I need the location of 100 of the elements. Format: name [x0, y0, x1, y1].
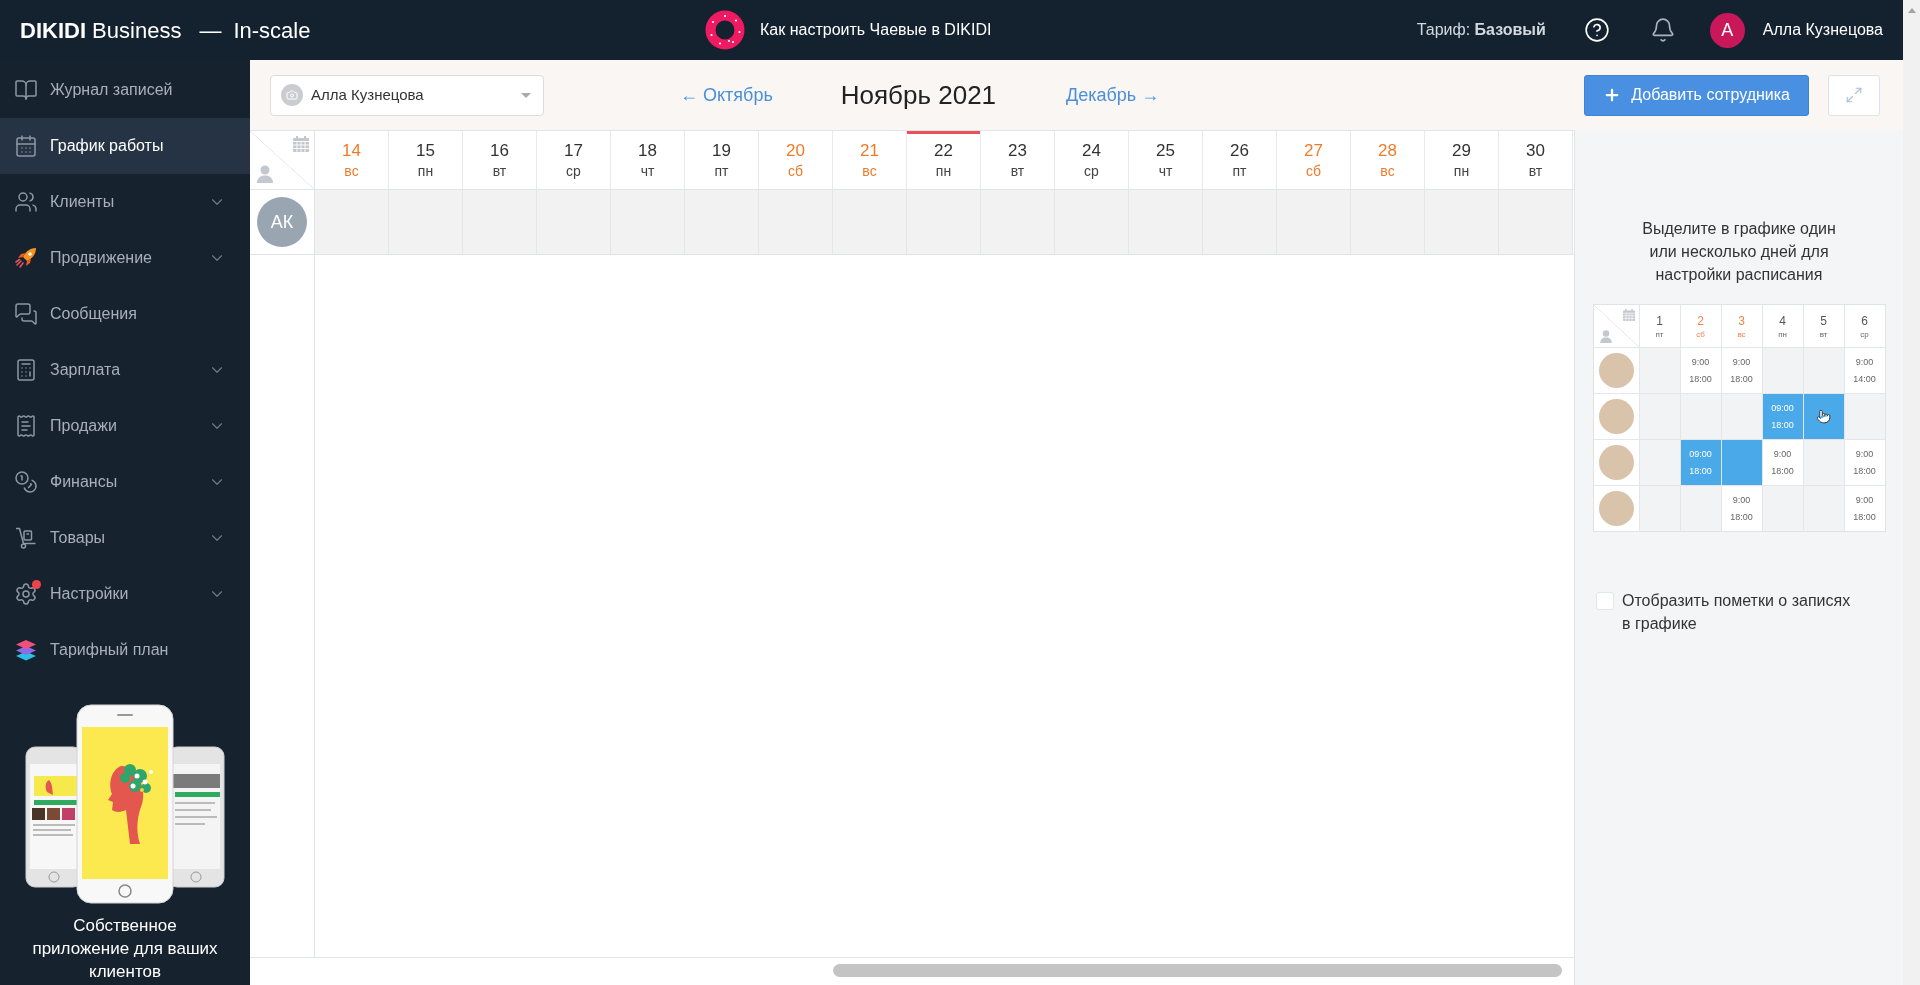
time-label: 9:00 [1732, 355, 1751, 369]
weekday-label: сб [1696, 328, 1705, 340]
month-title: Ноябрь 2021 [840, 78, 997, 112]
company-name: In-scale [233, 16, 311, 45]
caret-down-icon [521, 92, 531, 98]
day-number: 29 [1452, 140, 1471, 162]
sidebar-item[interactable]: Продажи [0, 398, 250, 454]
day-number: 20 [786, 140, 805, 162]
time-label: 18:00 [1730, 372, 1753, 386]
schedule-cell[interactable] [1425, 190, 1499, 254]
staff-select[interactable]: Алла Кузнецова [270, 74, 544, 116]
day-number: 5 [1820, 312, 1827, 329]
scrollbar-thumb[interactable] [833, 964, 1562, 977]
weekday-label: пт [1655, 328, 1664, 340]
sidebar-item[interactable]: Зарплата [0, 342, 250, 398]
time-label: 09:00 [1689, 447, 1712, 461]
promo-link[interactable]: Как настроить Чаевые в DIKIDI [705, 10, 992, 50]
arrow-up-icon[interactable] [1907, 8, 1916, 13]
schedule-cell[interactable] [685, 190, 759, 254]
schedule-cell[interactable] [537, 190, 611, 254]
day-number: 17 [564, 140, 583, 162]
time-label: 18:00 [1689, 372, 1712, 386]
weekday-label: сб [1306, 162, 1321, 180]
user-avatar[interactable]: А [1709, 12, 1745, 48]
schedule-cell[interactable] [1351, 190, 1425, 254]
users-icon [14, 190, 38, 214]
settings-icon [14, 582, 38, 606]
checkbox-label[interactable]: Отобразить пометки о записях в графике [1622, 589, 1858, 635]
checkbox[interactable] [1596, 592, 1614, 610]
schedule-cell[interactable] [907, 190, 981, 254]
calendar-icon [1622, 309, 1635, 321]
sidebar-item[interactable]: Тарифный план [0, 622, 250, 678]
weekday-label: ср [566, 162, 581, 180]
weekday-label: вт [1528, 162, 1543, 180]
time-label: 18:00 [1771, 418, 1794, 432]
calendar-icon [293, 136, 309, 152]
sidebar-item[interactable]: Финансы [0, 454, 250, 510]
day-number: 3 [1738, 312, 1745, 329]
schedule-cell[interactable] [1203, 190, 1277, 254]
weekday-label: пн [1778, 328, 1787, 340]
schedule-cell[interactable] [759, 190, 833, 254]
weekday-label: вт [1010, 162, 1025, 180]
sidebar-item[interactable]: Настройки [0, 566, 250, 622]
weekday-label: пт [1232, 162, 1247, 180]
sidebar-item[interactable]: График работы [0, 118, 250, 174]
day-number: 28 [1378, 140, 1397, 162]
time-label: 9:00 [1855, 447, 1874, 461]
schedule-cell[interactable] [1055, 190, 1129, 254]
sidebar-item[interactable]: Продвижение [0, 230, 250, 286]
schedule-cell[interactable] [833, 190, 907, 254]
help-icon[interactable] [1583, 17, 1610, 43]
schedule-cell[interactable] [1129, 190, 1203, 254]
day-number: 16 [490, 140, 509, 162]
time-label: 9:00 [1773, 447, 1792, 461]
calculator-icon [14, 358, 38, 382]
time-label: 09:00 [1771, 401, 1794, 415]
sidebar-item[interactable]: Сообщения [0, 286, 250, 342]
book-icon [14, 78, 38, 102]
day-number: 4 [1779, 312, 1786, 329]
schedule-cell[interactable] [463, 190, 537, 254]
day-number: 19 [712, 140, 731, 162]
day-number: 18 [638, 140, 657, 162]
day-number: 30 [1526, 140, 1545, 162]
day-number: 2 [1697, 312, 1704, 329]
weekday-label: пн [935, 162, 952, 180]
schedule-cell[interactable] [389, 190, 463, 254]
weekday-label: ср [1860, 328, 1869, 340]
day-number: 27 [1304, 140, 1323, 162]
sidebar-item[interactable]: Журнал записей [0, 62, 250, 118]
time-label: 9:00 [1732, 493, 1751, 507]
time-label: 9:00 [1855, 355, 1874, 369]
weekday-label: сб [788, 162, 803, 180]
time-label: 18:00 [1853, 510, 1876, 524]
day-number: 15 [416, 140, 435, 162]
day-header[interactable]: 22 пн [907, 131, 981, 189]
coins-icon [14, 470, 38, 494]
day-number: 22 [934, 140, 953, 162]
photo-placeholder [1598, 445, 1634, 480]
sidebar-item[interactable]: Товары [0, 510, 250, 566]
schedule-cell[interactable] [981, 190, 1055, 254]
day-number: 6 [1861, 312, 1868, 329]
fullscreen-button[interactable] [1828, 74, 1880, 116]
day-number: 23 [1008, 140, 1027, 162]
schedule-hint: Выделите в графике один или несколько дней для настройки расписания [1641, 219, 1837, 285]
expand-icon [1845, 86, 1863, 104]
schedule-cell[interactable] [1277, 190, 1351, 254]
chat-icon [14, 302, 38, 326]
tariff-label: Тариф: Базовый [1416, 20, 1546, 40]
sidebar-item[interactable]: Клиенты [0, 174, 250, 230]
schedule-cell[interactable] [1499, 190, 1573, 254]
day-number: 25 [1156, 140, 1175, 162]
day-number: 14 [342, 140, 361, 162]
user-name[interactable]: Алла Кузнецова [1762, 18, 1883, 42]
person-icon [257, 165, 273, 183]
brand-logo: DIKIDI Business [20, 16, 182, 45]
hand-truck-icon [14, 526, 38, 550]
schedule-cell[interactable] [315, 190, 389, 254]
time-label: 14:00 [1853, 372, 1876, 386]
schedule-cell[interactable] [611, 190, 685, 254]
weekday-label: пн [1453, 162, 1470, 180]
